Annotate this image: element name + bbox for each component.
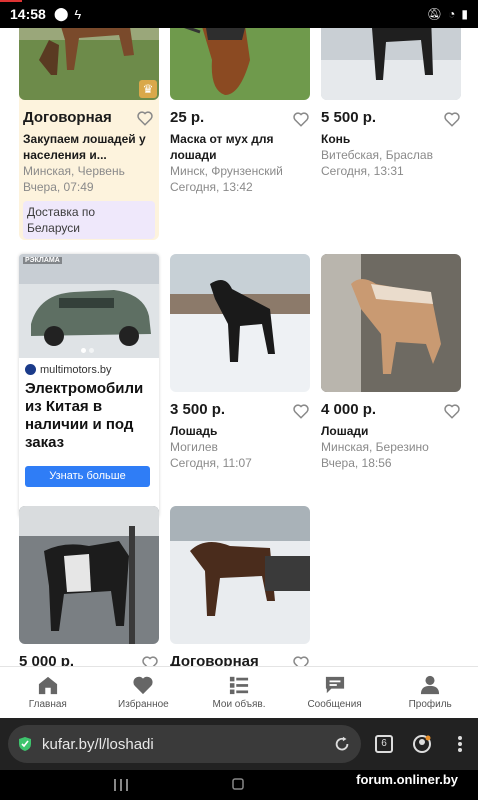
account-button[interactable] xyxy=(407,729,437,759)
wifi-icon: ◔ xyxy=(448,7,456,21)
nav-label: Сообщения xyxy=(307,699,362,710)
ad-learn-more-button[interactable]: Узнать больше xyxy=(25,466,150,487)
ad-source: multimotors.by xyxy=(19,358,159,376)
listing-photo[interactable] xyxy=(19,506,159,644)
nav-messages[interactable]: Сообщения xyxy=(287,667,383,718)
listing-card[interactable]: 4 000 р. Лошади Минская, Березино Вчера,… xyxy=(321,254,461,471)
listing-card[interactable]: Договорная xyxy=(170,506,310,666)
system-navigation: forum.onliner.by xyxy=(0,770,478,800)
listing-card[interactable]: 5 000 р. xyxy=(19,506,159,666)
account-icon xyxy=(413,735,431,753)
heart-icon[interactable] xyxy=(292,402,310,420)
location-icon: ⬤ xyxy=(53,6,69,21)
heart-icon[interactable] xyxy=(292,654,310,666)
listing-title: Конь xyxy=(321,132,351,146)
ad-headline: Электромобили из Китая в наличии и под з… xyxy=(25,380,144,451)
listing-photo[interactable] xyxy=(321,254,461,392)
watermark: forum.onliner.by xyxy=(356,772,458,787)
nav-favorites[interactable]: Избранное xyxy=(96,667,192,718)
url-text: kufar.by/l/loshadi xyxy=(42,735,154,753)
status-bar: 14:58 ⬤ ϟ 🔕︎ ◔ ▮ xyxy=(0,0,478,28)
listing-time: Вчера, 18:56 xyxy=(321,456,392,470)
status-time: 14:58 xyxy=(10,6,46,22)
secure-shield-icon xyxy=(19,737,31,751)
listing-time: Вчера, 07:49 xyxy=(23,180,94,194)
nav-label: Мои объяв. xyxy=(212,699,266,710)
nav-profile[interactable]: Профиль xyxy=(382,667,478,718)
listing-location: Витебская, Браслав xyxy=(321,148,433,162)
listing-time: Сегодня, 11:07 xyxy=(170,456,252,470)
listing-price: 3 500 р. xyxy=(170,401,226,418)
chat-icon xyxy=(325,676,344,694)
listing-price: 25 р. xyxy=(170,109,205,126)
listing-photo[interactable] xyxy=(170,254,310,392)
nav-my-ads[interactable]: Мои объяв. xyxy=(191,667,287,718)
listing-time: Сегодня, 13:31 xyxy=(321,164,404,178)
heart-icon[interactable] xyxy=(292,110,310,128)
heart-icon[interactable] xyxy=(136,109,154,127)
tabs-count: 6 xyxy=(375,735,393,753)
premium-crown-icon: ♛ xyxy=(139,80,157,98)
nav-label: Избранное xyxy=(118,699,169,710)
listing-title: Закупаем лошадей у населения и... xyxy=(23,132,146,162)
ad-card[interactable]: РЭКЛАМА multimotors.by Электромобили из … xyxy=(19,254,159,518)
listing-feed[interactable]: ♛ Договорная Закупаем лошадей у населени… xyxy=(0,28,478,666)
status-accent xyxy=(0,0,22,2)
listing-time: Сегодня, 13:42 xyxy=(170,180,253,194)
listing-card[interactable]: ♛ Договорная Закупаем лошадей у населени… xyxy=(19,28,159,240)
delivery-badge: Доставка по Беларуси xyxy=(23,201,155,239)
profile-icon xyxy=(421,675,440,695)
ad-photo[interactable]: РЭКЛАМА xyxy=(19,254,159,358)
mute-icon: 🔕︎ xyxy=(426,7,443,21)
more-menu-button[interactable] xyxy=(445,729,475,759)
listing-photo[interactable] xyxy=(321,28,461,100)
heart-icon[interactable] xyxy=(443,402,461,420)
recents-icon[interactable] xyxy=(114,779,128,791)
listing-photo[interactable] xyxy=(170,506,310,644)
home-icon xyxy=(38,676,57,695)
heart-icon xyxy=(133,676,153,695)
heart-icon[interactable] xyxy=(443,110,461,128)
battery-icon: ▮ xyxy=(461,7,468,21)
charging-icon: ϟ xyxy=(74,6,82,22)
heart-icon[interactable] xyxy=(141,654,159,666)
address-bar[interactable]: kufar.by/l/loshadi xyxy=(8,725,361,763)
listing-card[interactable]: 3 500 р. Лошадь Могилев Сегодня, 11:07 xyxy=(170,254,310,471)
listing-location: Могилев xyxy=(170,440,218,454)
listing-location: Минск, Фрунзенский xyxy=(170,164,283,178)
list-icon xyxy=(229,676,249,695)
listing-title: Лошади xyxy=(321,424,369,438)
tabs-button[interactable]: 6 xyxy=(369,729,399,759)
listing-location: Минская, Березино xyxy=(321,440,429,454)
nav-label: Главная xyxy=(28,699,67,710)
listing-price: 4 000 р. xyxy=(321,401,377,418)
listing-location: Минская, Червень xyxy=(23,164,125,178)
ad-source-label: multimotors.by xyxy=(40,363,112,376)
listing-price: 5 000 р. xyxy=(19,653,75,666)
listing-price: 5 500 р. xyxy=(321,109,377,126)
listing-photo[interactable] xyxy=(170,28,310,100)
advertiser-logo-icon xyxy=(25,364,36,375)
listing-card[interactable]: 5 500 р. Конь Витебская, Браслав Сегодня… xyxy=(321,28,461,179)
listing-price: Договорная xyxy=(170,653,259,666)
home-button-icon[interactable] xyxy=(232,778,244,790)
more-vert-icon xyxy=(458,736,462,752)
browser-toolbar: kufar.by/l/loshadi 6 xyxy=(0,718,478,770)
bottom-navigation: Главная Избранное Мои объяв. Сообщения П… xyxy=(0,666,478,718)
listing-title: Маска от мух для лошади xyxy=(170,132,274,162)
listing-title: Лошадь xyxy=(170,424,218,438)
reload-icon[interactable] xyxy=(333,735,351,753)
ad-label: РЭКЛАМА xyxy=(23,257,62,264)
listing-photo[interactable]: ♛ xyxy=(19,28,159,100)
carousel-dots xyxy=(81,348,94,353)
listing-card[interactable]: 25 р. Маска от мух для лошади Минск, Фру… xyxy=(170,28,310,195)
nav-label: Профиль xyxy=(408,699,452,710)
nav-home[interactable]: Главная xyxy=(0,667,96,718)
